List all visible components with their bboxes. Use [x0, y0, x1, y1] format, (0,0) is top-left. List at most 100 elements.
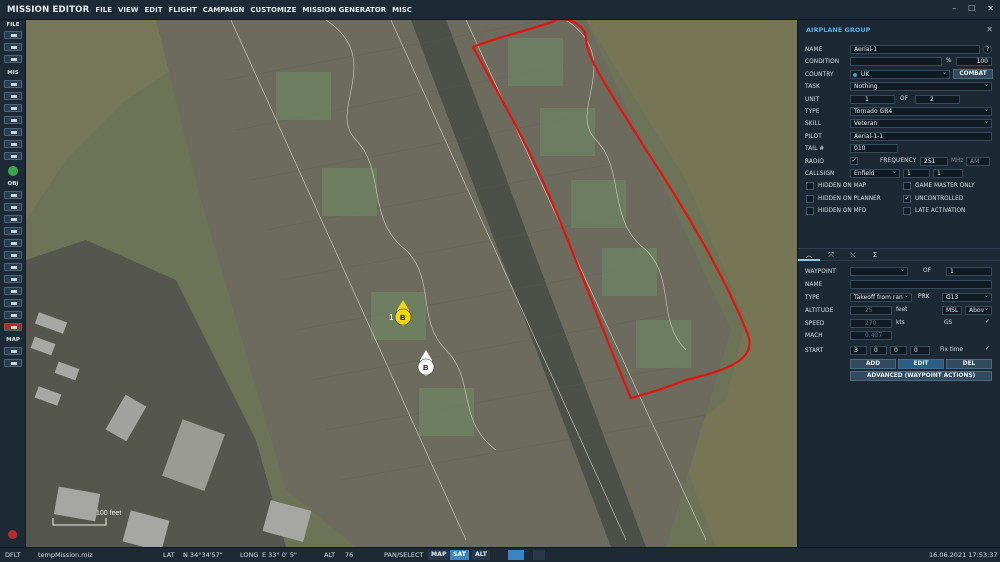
menu-mission-generator[interactable]: MISSION GENERATOR [302, 6, 386, 14]
title-menu-bar: MISSION EDITOR FILE VIEW EDIT FLIGHT CAM… [0, 0, 1000, 20]
pilot-field[interactable]: Aerial-1-1 [850, 132, 992, 141]
mach-field[interactable]: 0.407 [850, 331, 892, 340]
menu-campaign[interactable]: CAMPAIGN [203, 6, 245, 14]
tab-triggered-actions[interactable]: ⤧ [820, 249, 842, 261]
add-airplane-icon[interactable] [4, 191, 22, 199]
altitude-field[interactable]: 25 [850, 306, 892, 315]
help-button[interactable]: ? [983, 45, 992, 54]
add-target-icon[interactable] [4, 311, 22, 319]
gs-check-icon[interactable]: ✓ [985, 319, 990, 325]
weather-icon[interactable] [4, 80, 22, 88]
sat-view-button[interactable]: SAT [450, 550, 469, 560]
add-template-icon[interactable] [4, 287, 22, 295]
maximize-icon[interactable]: ☐ [968, 4, 975, 13]
callsign-select[interactable]: Enfield [850, 169, 900, 178]
game-master-label: GAME MASTER ONLY [915, 183, 975, 189]
minimize-icon[interactable]: – [952, 4, 956, 13]
start-minute-field[interactable]: 0 [890, 346, 907, 355]
menu-view[interactable]: VIEW [118, 6, 139, 14]
delete-icon[interactable] [4, 323, 22, 331]
settings-gear-icon[interactable] [533, 550, 545, 560]
game-master-checkbox[interactable] [903, 182, 911, 190]
triggers-icon[interactable] [4, 104, 22, 112]
skill-select[interactable]: Veteran [850, 119, 992, 128]
tab-summary[interactable]: Σ [864, 249, 886, 261]
radio-checkbox[interactable]: ✓ [850, 157, 858, 165]
tail-number-field[interactable]: 010 [850, 144, 898, 153]
delete-waypoint-button[interactable]: DEL [946, 359, 992, 369]
add-static-icon[interactable] [4, 239, 22, 247]
frequency-field[interactable]: 251 [920, 157, 948, 166]
alt-value: 76 [345, 551, 354, 559]
edit-waypoint-button[interactable]: EDIT [898, 359, 944, 369]
unit-stepper[interactable]: 1 [850, 95, 895, 104]
add-nav-point-icon[interactable] [4, 263, 22, 271]
goals-icon[interactable] [4, 92, 22, 100]
callsign-number2[interactable]: 1 [933, 169, 963, 178]
close-icon[interactable]: ✕ [987, 4, 994, 13]
altitude-ref-select[interactable]: MSL [942, 306, 962, 315]
add-helicopter-icon[interactable] [4, 203, 22, 211]
menu-misc[interactable]: MISC [392, 6, 412, 14]
check-icon[interactable] [4, 140, 22, 148]
map-view-button[interactable]: MAP [428, 550, 450, 560]
advanced-actions-button[interactable]: ADVANCED (WAYPOINT ACTIONS) [850, 371, 992, 381]
waypoint-type-select[interactable]: Takeoff from ran [850, 293, 912, 302]
airplane-group-panel: AIRPLANE GROUP ✕ NAME Aerial-1 ? CONDITI… [797, 20, 1000, 547]
menu-customize[interactable]: CUSTOMIZE [250, 6, 296, 14]
start-day-field[interactable]: 3 [850, 346, 867, 355]
save-file-icon[interactable] [4, 55, 22, 63]
add-ship-icon[interactable] [4, 215, 22, 223]
tab-route[interactable]: ︿ [798, 249, 820, 261]
hidden-on-map-checkbox[interactable] [806, 182, 814, 190]
fix-time-check-icon[interactable]: ✓ [985, 346, 990, 352]
satellite-map[interactable]: 100 feet 1 B B [26, 20, 797, 547]
hidden-on-planner-label: HIDDEN ON PLANNER [818, 196, 881, 202]
waypoint-total-field[interactable]: 1 [946, 267, 992, 276]
alt-view-button[interactable]: ALT [472, 550, 490, 560]
waypoint-select[interactable] [850, 267, 908, 276]
modulation-select[interactable]: AM [966, 157, 990, 166]
tab-payload[interactable]: ⤬ [842, 249, 864, 261]
exit-icon[interactable] [8, 530, 17, 539]
map-ruler-icon[interactable] [4, 359, 22, 367]
options-icon[interactable] [8, 166, 18, 176]
add-airfield-icon[interactable] [4, 299, 22, 307]
speed-field[interactable]: 270 [850, 319, 892, 328]
open-file-icon[interactable] [4, 43, 22, 51]
combat-button[interactable]: COMBAT [953, 69, 993, 79]
start-hour-field[interactable]: 0 [870, 346, 887, 355]
menu-flight[interactable]: FLIGHT [169, 6, 197, 14]
map-options-icon[interactable] [4, 347, 22, 355]
add-vehicle-icon[interactable] [4, 227, 22, 235]
ruler-icon[interactable] [4, 152, 22, 160]
add-waypoint-button[interactable]: ADD [850, 359, 896, 369]
add-zone-icon[interactable] [4, 251, 22, 259]
hidden-on-mfd-checkbox[interactable] [806, 207, 814, 215]
condition-field[interactable] [850, 57, 942, 66]
resource-icon[interactable] [4, 128, 22, 136]
toolbar-map-label: MAP [6, 337, 20, 343]
unit-total-stepper[interactable]: 2 [915, 95, 960, 104]
aircraft-type-select[interactable]: Tornado GR4 [850, 107, 992, 116]
menu-file[interactable]: FILE [95, 6, 112, 14]
map-canvas[interactable]: 100 feet 1 B B [26, 20, 797, 547]
new-file-icon[interactable] [4, 31, 22, 39]
panel-close-icon[interactable]: ✕ [986, 25, 993, 34]
menu-edit[interactable]: EDIT [145, 6, 163, 14]
uncontrolled-checkbox[interactable]: ✓ [903, 195, 911, 203]
waypoint-name-field[interactable] [850, 280, 992, 289]
briefing-icon[interactable] [4, 116, 22, 124]
probability-spinner[interactable]: 100 [956, 57, 992, 66]
late-activation-checkbox[interactable] [903, 207, 911, 215]
fit-view-icon[interactable] [508, 550, 524, 560]
task-select[interactable]: Nothing [850, 82, 992, 91]
altitude-type-select[interactable]: Abov [965, 306, 992, 315]
parking-select[interactable]: G13 [942, 293, 992, 302]
add-bullseye-icon[interactable] [4, 275, 22, 283]
group-name-field[interactable]: Aerial-1 [850, 45, 980, 54]
start-second-field[interactable]: 0 [910, 346, 930, 355]
callsign-number1[interactable]: 1 [903, 169, 930, 178]
hidden-on-planner-checkbox[interactable] [806, 195, 814, 203]
country-select[interactable]: UK [850, 70, 950, 79]
